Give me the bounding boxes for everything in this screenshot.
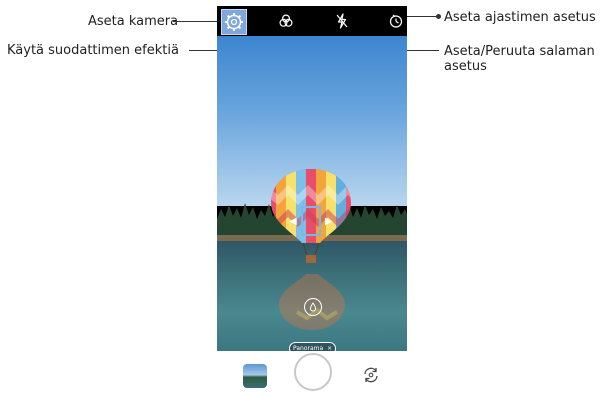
callout-flash: Aseta/Peruuta salaman asetus bbox=[444, 44, 595, 74]
callout-settings: Aseta kamera bbox=[88, 14, 179, 29]
drop-icon bbox=[309, 302, 317, 312]
settings-button[interactable] bbox=[221, 9, 247, 35]
leader-timer-dot bbox=[436, 14, 441, 19]
mode-chip[interactable]: Panorama × bbox=[289, 342, 337, 351]
switch-camera-icon[interactable] bbox=[361, 365, 381, 385]
flash-off-icon[interactable] bbox=[333, 12, 351, 30]
camera-bottom-bar bbox=[217, 351, 407, 410]
mode-chip-label: Panorama bbox=[293, 345, 324, 351]
settings-icon bbox=[225, 13, 243, 31]
panorama-guide-frame bbox=[301, 206, 321, 236]
pan-right-arrow: ▶ bbox=[325, 216, 333, 227]
shutter-button[interactable] bbox=[294, 353, 332, 391]
camera-top-bar bbox=[217, 6, 407, 36]
focus-indicator[interactable] bbox=[304, 298, 322, 316]
filter-icon[interactable] bbox=[277, 12, 295, 30]
callout-filter: Käytä suodattimen efektiä bbox=[7, 43, 179, 58]
leader-settings bbox=[173, 21, 222, 22]
pan-left-arrow: ◀ bbox=[289, 216, 297, 227]
phone-screen: ◀ ▶ Panorama × bbox=[217, 6, 407, 410]
callout-flash-line1: Aseta/Peruuta salaman bbox=[444, 44, 595, 59]
gallery-thumbnail[interactable] bbox=[243, 364, 267, 388]
mode-chip-close[interactable]: × bbox=[327, 343, 332, 351]
camera-viewfinder[interactable]: ◀ ▶ Panorama × bbox=[217, 36, 407, 351]
timer-icon[interactable] bbox=[387, 12, 405, 30]
callout-flash-line2: asetus bbox=[444, 59, 487, 74]
callout-timer: Aseta ajastimen asetus bbox=[444, 10, 596, 25]
